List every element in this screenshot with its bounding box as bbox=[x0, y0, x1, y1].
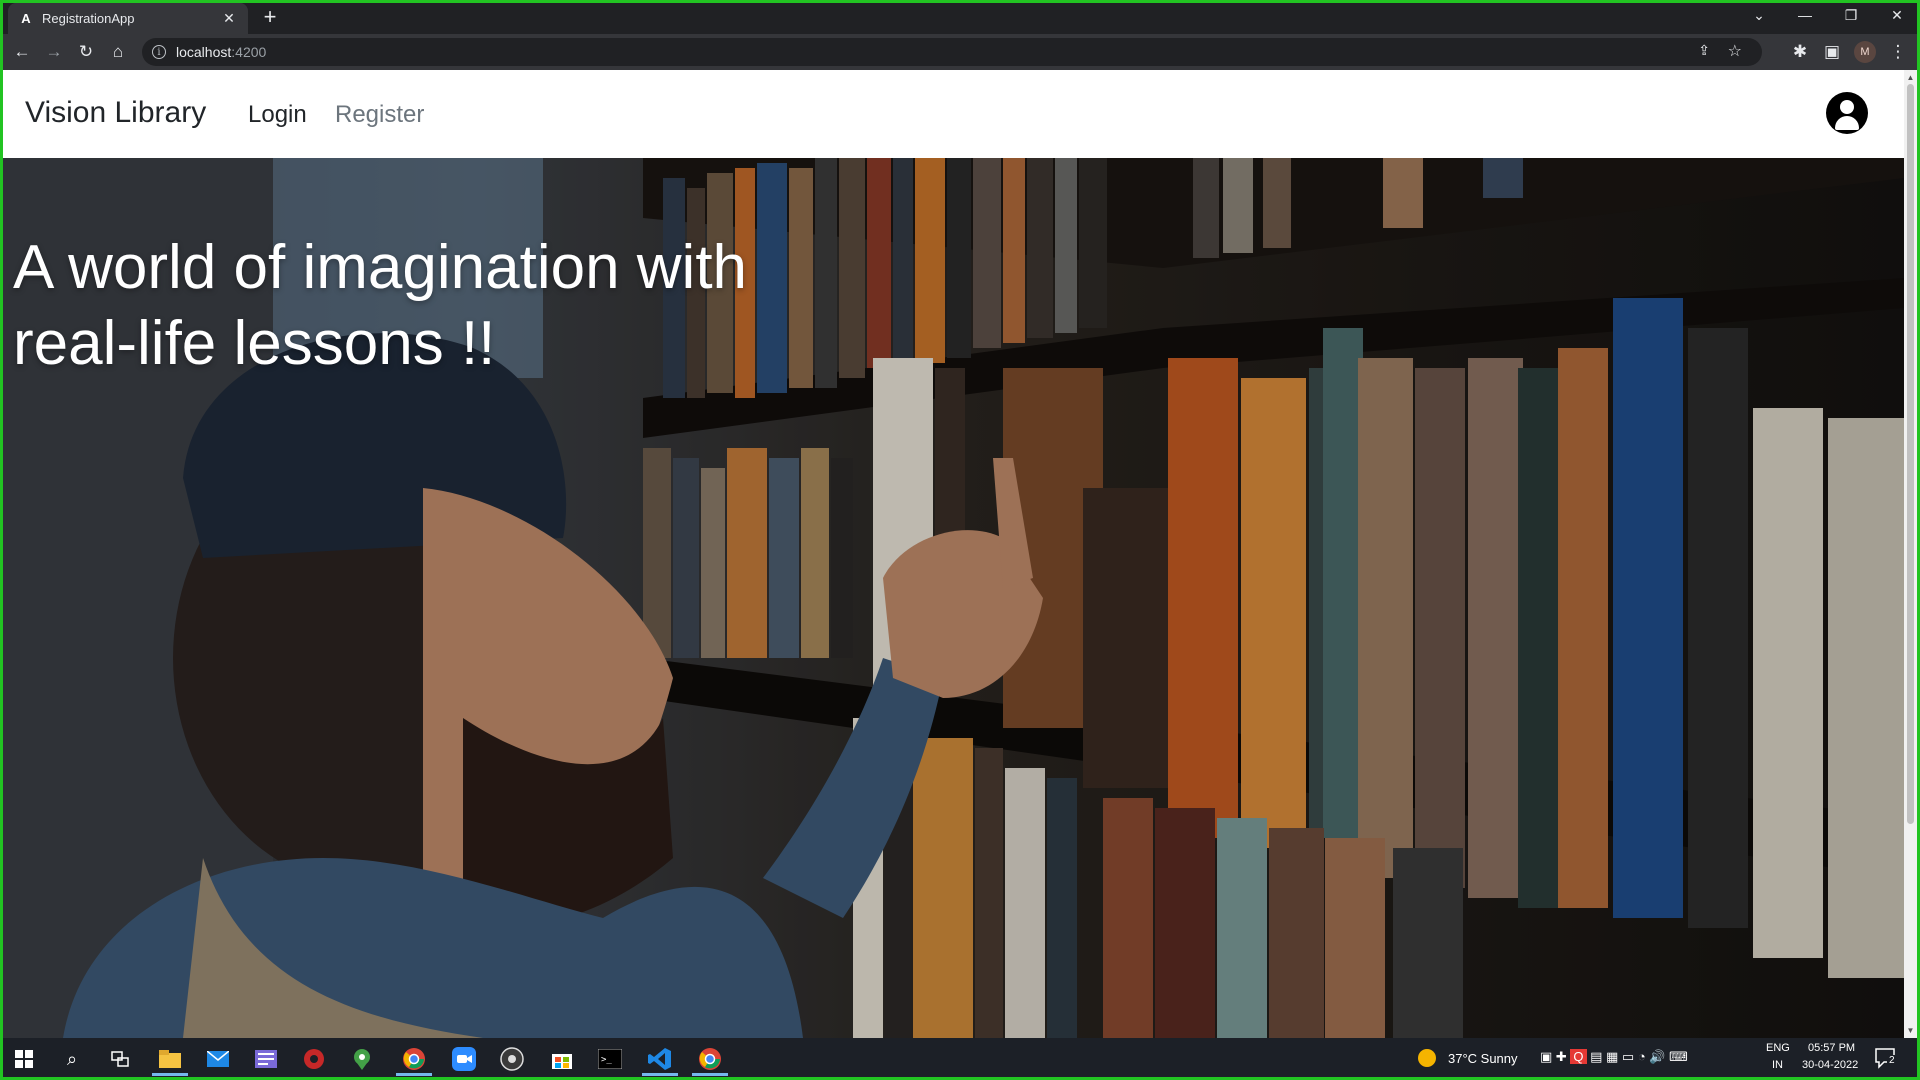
obs-icon[interactable] bbox=[490, 1042, 534, 1076]
tab-close-icon[interactable]: ✕ bbox=[220, 10, 238, 28]
url-host: localhost bbox=[176, 44, 232, 60]
windows-start-icon[interactable] bbox=[2, 1042, 46, 1076]
angular-favicon-icon: A bbox=[21, 11, 31, 26]
tab-search-icon[interactable]: ⌄ bbox=[1736, 0, 1782, 30]
language-region[interactable]: IN bbox=[1772, 1059, 1783, 1071]
share-icon[interactable]: ⇪ bbox=[1698, 42, 1710, 59]
site-info-icon[interactable]: i bbox=[152, 45, 166, 59]
media-app-icon[interactable] bbox=[292, 1042, 336, 1076]
window-close-button[interactable]: ✕ bbox=[1874, 0, 1920, 30]
sun-weather-icon[interactable] bbox=[1418, 1049, 1436, 1067]
search-icon[interactable]: ⌕ bbox=[50, 1042, 94, 1076]
file-explorer-icon[interactable] bbox=[148, 1042, 192, 1076]
user-account-icon[interactable] bbox=[1826, 92, 1868, 134]
mail-icon[interactable] bbox=[196, 1042, 240, 1076]
language-code[interactable]: ENG bbox=[1766, 1042, 1790, 1054]
extensions-icon[interactable]: ✱ bbox=[1786, 38, 1814, 66]
hero-title-line-2: real-life lessons !! bbox=[13, 309, 496, 378]
new-tab-button[interactable]: + bbox=[258, 4, 282, 29]
news-app-icon[interactable] bbox=[244, 1042, 288, 1076]
scroll-thumb[interactable] bbox=[1907, 84, 1914, 824]
browser-tabstrip: A RegistrationApp ✕ + ⌄ — ❐ ✕ bbox=[0, 0, 1920, 34]
weather-text[interactable]: 37°C Sunny bbox=[1448, 1051, 1518, 1066]
back-icon[interactable]: ← bbox=[8, 38, 36, 66]
side-panel-icon[interactable]: ▣ bbox=[1818, 38, 1846, 66]
nav-register-link[interactable]: Register bbox=[335, 101, 424, 129]
nav-login-link[interactable]: Login bbox=[248, 101, 307, 129]
bookmark-star-icon[interactable]: ☆ bbox=[1728, 41, 1742, 61]
zoom-icon[interactable] bbox=[442, 1042, 486, 1076]
browser-toolbar: ← → ↻ ⌂ i localhost:4200 ⇪ ☆ ✱ ▣ ⋮ bbox=[0, 34, 1920, 70]
notification-count: 2 bbox=[1887, 1055, 1897, 1066]
clock-date[interactable]: 30-04-2022 bbox=[1802, 1059, 1858, 1071]
page-scrollbar[interactable]: ▲ ▼ bbox=[1904, 70, 1917, 1038]
profile-avatar[interactable]: M bbox=[1854, 41, 1876, 63]
url-port: :4200 bbox=[231, 44, 267, 60]
chrome-icon[interactable] bbox=[688, 1042, 732, 1076]
hero-banner: A world of imagination with real-life le… bbox=[3, 158, 1904, 1038]
address-bar[interactable]: i localhost:4200 ⇪ ☆ bbox=[142, 38, 1762, 66]
terminal-icon[interactable]: >_ bbox=[588, 1042, 632, 1076]
tray-overflow-icons[interactable]: ▣ ✚ Q ▤ ▦ ▭ ◔ 🔊 ⌨ bbox=[1540, 1049, 1688, 1065]
forward-icon[interactable]: → bbox=[40, 38, 68, 66]
maps-app-icon[interactable] bbox=[340, 1042, 384, 1076]
vscode-icon[interactable] bbox=[638, 1042, 682, 1076]
brand-link[interactable]: Vision Library bbox=[25, 96, 206, 130]
reload-icon[interactable]: ↻ bbox=[72, 38, 100, 66]
site-navbar: Vision Library Login Register bbox=[3, 70, 1904, 158]
scroll-down-icon[interactable]: ▼ bbox=[1906, 1025, 1915, 1035]
svg-text:>_: >_ bbox=[601, 1055, 612, 1065]
windows-taskbar: ⌕ >_ 37°C Sunny ▣ ✚ Q ▤ ▦ ▭ ◔ 🔊 ⌨ ENG IN bbox=[0, 1038, 1920, 1080]
home-icon[interactable]: ⌂ bbox=[104, 38, 132, 66]
notification-center-icon[interactable]: 2 bbox=[1874, 1047, 1902, 1071]
scroll-up-icon[interactable]: ▲ bbox=[1906, 72, 1915, 82]
minimize-button[interactable]: — bbox=[1782, 0, 1828, 30]
hero-title: A world of imagination with real-life le… bbox=[13, 230, 913, 382]
web-page: Vision Library Login Register A world of… bbox=[3, 70, 1904, 1038]
clock-time[interactable]: 05:57 PM bbox=[1808, 1042, 1855, 1054]
chrome-menu-icon[interactable]: ⋮ bbox=[1884, 38, 1912, 66]
hero-title-line-1: A world of imagination with bbox=[13, 233, 748, 302]
restore-button[interactable]: ❐ bbox=[1828, 0, 1874, 30]
task-view-icon[interactable] bbox=[98, 1042, 142, 1076]
store-icon[interactable] bbox=[540, 1042, 584, 1076]
browser-tab[interactable]: A RegistrationApp ✕ bbox=[8, 3, 248, 34]
chrome-profile-icon[interactable] bbox=[392, 1042, 436, 1076]
tab-title: RegistrationApp bbox=[42, 11, 135, 26]
